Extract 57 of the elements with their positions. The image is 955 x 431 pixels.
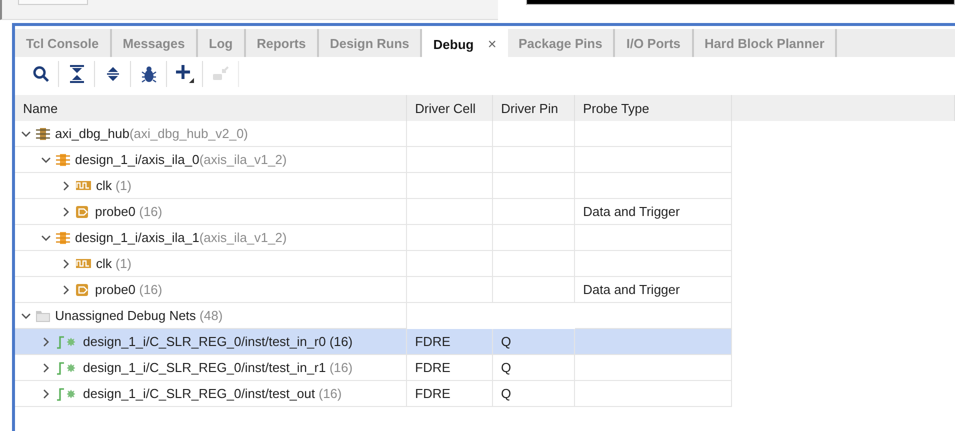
table-cell: Data and Trigger [575,277,732,303]
row-label: clk (1) [96,256,132,271]
chevron-icon[interactable] [61,180,71,190]
table-cell: Q [493,329,575,355]
row-label: probe0 (16) [95,282,162,297]
chevron-icon[interactable] [41,362,51,372]
row-label: clk (1) [96,178,132,193]
chip-icon [56,230,70,244]
tree-row[interactable]: clk (1) [15,173,407,199]
chevron-icon[interactable] [41,388,51,398]
tree-row[interactable]: design_1_i/axis_ila_1(axis_ila_v1_2) [15,225,407,251]
row-label: design_1_i/C_SLR_REG_0/inst/test_in_r0 (16) [83,334,353,349]
clock-signal-icon [76,181,91,190]
column-header[interactable]: Driver Cell [407,95,493,121]
chevron-icon[interactable] [41,154,51,164]
row-label: probe0 (16) [95,204,162,219]
folder-icon [36,310,50,322]
close-icon[interactable]: × [488,36,497,53]
clock-signal-icon [76,259,91,268]
tree-row[interactable]: axi_dbg_hub(axi_dbg_hub_v2_0) [15,121,407,147]
row-label: design_1_i/axis_ila_0(axis_ila_v1_2) [75,152,287,167]
table-cell: Q [493,381,575,407]
table-cell: FDRE [407,355,493,381]
net-icon [56,334,78,348]
net-icon [56,360,78,374]
tree-row[interactable]: design_1_i/C_SLR_REG_0/inst/test_in_r1 (16) [15,355,407,381]
tree-row[interactable]: design_1_i/axis_ila_0(axis_ila_v1_2) [15,147,407,173]
row-label: axi_dbg_hub(axi_dbg_hub_v2_0) [55,126,248,141]
chevron-icon[interactable] [61,206,71,216]
table-cell: Q [493,355,575,381]
tree-row[interactable]: design_1_i/C_SLR_REG_0/inst/test_out (16) [15,381,407,407]
chevron-icon[interactable] [41,336,51,346]
table-cell: FDRE [407,329,493,355]
row-label: design_1_i/C_SLR_REG_0/inst/test_in_r1 (16) [83,360,353,375]
tree-row[interactable]: Unassigned Debug Nets (48) [15,303,407,329]
chevron-icon[interactable] [21,128,31,138]
row-label: design_1_i/axis_ila_1(axis_ila_v1_2) [75,230,287,245]
net-icon [56,386,78,400]
probe-icon [76,206,90,218]
tree-row[interactable]: probe0 (16) [15,199,407,225]
tree-row[interactable]: design_1_i/C_SLR_REG_0/inst/test_in_r0 (16) [15,329,407,355]
row-label: design_1_i/C_SLR_REG_0/inst/test_out (16) [83,386,342,401]
column-header[interactable]: Probe Type [575,95,732,121]
table-cell: FDRE [407,381,493,407]
row-label: Unassigned Debug Nets (48) [55,308,223,323]
probe-icon [76,284,90,296]
chevron-icon[interactable] [21,310,31,320]
table-cell: Data and Trigger [575,199,732,225]
chevron-icon[interactable] [41,232,51,242]
tree-row[interactable]: probe0 (16) [15,277,407,303]
column-header[interactable]: Driver Pin [493,95,575,121]
tree-row[interactable]: clk (1) [15,251,407,277]
chevron-icon[interactable] [61,284,71,294]
chevron-icon[interactable] [61,258,71,268]
chip-icon [56,152,70,166]
chip-icon [36,126,50,140]
column-header[interactable]: Name [15,95,407,121]
